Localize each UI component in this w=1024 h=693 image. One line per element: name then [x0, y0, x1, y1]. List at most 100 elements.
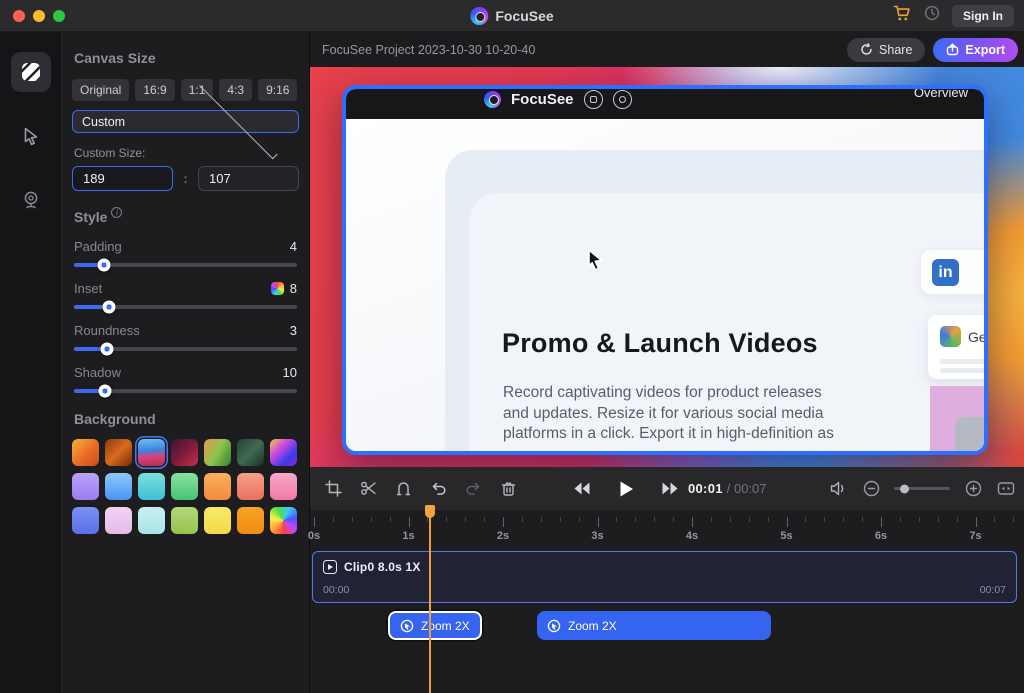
- background-swatch-pink[interactable]: [270, 473, 297, 500]
- edit-toolbar: 00:01 / 00:07: [310, 467, 1024, 510]
- canvas-tool-button[interactable]: [10, 52, 51, 92]
- background-swatch-orange-flower[interactable]: [72, 439, 99, 466]
- cursor-tool-button[interactable]: [11, 116, 51, 156]
- ratio-button-9-16[interactable]: 9:16: [258, 79, 298, 101]
- ruler-minor-tick: [351, 517, 353, 522]
- canvas-preset-dropdown[interactable]: Custom: [72, 80, 299, 160]
- ratio-button-row: Original 16:9 1:1 4:3 9:16: [72, 79, 299, 101]
- close-window-button[interactable]: [13, 9, 25, 22]
- webcam-tool-button[interactable]: [11, 180, 51, 220]
- background-swatch-dark-wave[interactable]: [171, 439, 198, 466]
- delete-button[interactable]: [498, 479, 518, 499]
- background-swatch-grid: [72, 439, 299, 534]
- promo-heading: Promo & Launch Videos: [502, 328, 818, 358]
- slider-track[interactable]: [74, 300, 297, 314]
- playhead-handle[interactable]: [425, 505, 435, 518]
- zoom-window-button[interactable]: [53, 9, 65, 22]
- ratio-button-4-3[interactable]: 4:3: [219, 79, 253, 101]
- volume-button[interactable]: [828, 479, 848, 499]
- background-swatch-dark-green[interactable]: [237, 439, 264, 466]
- background-title: Background: [74, 411, 156, 427]
- redo-button[interactable]: [463, 479, 483, 499]
- time-display: 00:01 / 00:07: [688, 467, 767, 510]
- size-separator: :: [183, 171, 188, 186]
- timeline-zoom-thumb[interactable]: [900, 484, 909, 493]
- slider-track[interactable]: [74, 384, 297, 398]
- playhead-line[interactable]: [429, 506, 431, 693]
- background-swatch-light-cyan[interactable]: [138, 507, 165, 534]
- ruler-minor-tick: [805, 517, 807, 522]
- promo-body-line: platforms in a click. Export it in high-…: [503, 425, 834, 442]
- recorded-window-body: Promo & Launch Videos Record captivating…: [346, 119, 984, 451]
- sign-in-button[interactable]: Sign In: [952, 4, 1014, 27]
- placeholder-line: [940, 368, 984, 373]
- review-card-logo-icon: [940, 326, 961, 347]
- share-button[interactable]: Share: [847, 37, 926, 62]
- background-swatch-orange[interactable]: [204, 473, 231, 500]
- timeline-ruler[interactable]: 0s 1s 2s 3s 4s 5s 6s 7s: [308, 517, 1024, 549]
- slider-thumb[interactable]: [98, 384, 112, 398]
- crop-button[interactable]: [323, 479, 343, 499]
- fit-timeline-button[interactable]: [996, 479, 1016, 499]
- background-swatch-dark-flower[interactable]: [105, 439, 132, 466]
- ratio-button-16-9[interactable]: 16:9: [135, 79, 175, 101]
- undo-button[interactable]: [428, 479, 448, 499]
- cart-icon[interactable]: [893, 5, 912, 27]
- ruler-minor-tick: [521, 517, 523, 522]
- ruler-minor-tick: [918, 517, 920, 522]
- background-swatch-royal-blue[interactable]: [72, 507, 99, 534]
- slider-track[interactable]: [74, 258, 297, 272]
- zoom-in-button[interactable]: [963, 479, 983, 499]
- timeline[interactable]: 0s 1s 2s 3s 4s 5s 6s 7s Clip0 8.0s 1X 00:00 00:…: [308, 510, 1024, 693]
- zoom-out-button[interactable]: [861, 479, 881, 499]
- recorded-window-header: FocuSee Overview: [346, 89, 984, 119]
- review-card: Ge: [928, 315, 984, 379]
- background-swatch-yellow[interactable]: [204, 507, 231, 534]
- slider-track[interactable]: [74, 342, 297, 356]
- ruler-minor-tick: [465, 517, 467, 522]
- background-swatch-green[interactable]: [171, 473, 198, 500]
- clip-label: Clip0 8.0s 1X: [344, 560, 421, 574]
- rewind-button[interactable]: [572, 479, 592, 499]
- clip-block[interactable]: Clip0 8.0s 1X 00:00 00:07: [312, 551, 1017, 603]
- color-wheel-icon[interactable]: [270, 282, 284, 295]
- background-swatch-abstract[interactable]: [270, 439, 297, 466]
- slider-thumb[interactable]: [97, 258, 111, 272]
- canvas-height-input[interactable]: [198, 166, 299, 191]
- style-sliders: Padding 4 Inset 8 Roundness 3 Shadow 10: [62, 239, 309, 398]
- clock-icon[interactable]: [924, 5, 940, 26]
- background-swatch-light-pink[interactable]: [105, 507, 132, 534]
- slider-thumb[interactable]: [102, 300, 116, 314]
- canvas-width-input[interactable]: [72, 166, 173, 191]
- cut-button[interactable]: [358, 479, 378, 499]
- ruler-minor-tick: [446, 517, 448, 522]
- background-swatch-purple[interactable]: [72, 473, 99, 500]
- background-swatch-blue[interactable]: [105, 473, 132, 500]
- ruler-minor-tick: [578, 517, 580, 522]
- preview-canvas[interactable]: FocuSee Overview Promo & Launch Videos R…: [310, 67, 1024, 467]
- background-swatch-rainbow[interactable]: [270, 507, 297, 534]
- background-swatch-teal[interactable]: [138, 473, 165, 500]
- ruler-label: 2s: [496, 530, 510, 542]
- ruler-major-tick: [597, 517, 599, 527]
- recorded-window-title: FocuSee: [511, 90, 574, 108]
- info-icon[interactable]: i: [111, 207, 123, 218]
- minimize-window-button[interactable]: [33, 9, 45, 22]
- slider-thumb[interactable]: [100, 342, 114, 356]
- fast-forward-button[interactable]: [660, 479, 680, 499]
- zoom-effect-block-1[interactable]: Zoom 2X: [388, 611, 482, 640]
- background-swatch-salmon[interactable]: [237, 473, 264, 500]
- timeline-zoom-slider[interactable]: [894, 484, 950, 493]
- ruler-minor-tick: [484, 517, 486, 522]
- magnet-button[interactable]: [393, 479, 413, 499]
- background-swatch-big-sur[interactable]: [138, 439, 165, 466]
- zoom-effect-block-2[interactable]: Zoom 2X: [537, 611, 771, 640]
- background-swatch-light-green[interactable]: [171, 507, 198, 534]
- background-swatch-green-orange[interactable]: [204, 439, 231, 466]
- background-swatch-deep-orange[interactable]: [237, 507, 264, 534]
- current-time: 00:01: [688, 481, 723, 496]
- export-button[interactable]: Export: [933, 37, 1018, 62]
- ratio-button-original[interactable]: Original: [72, 79, 130, 101]
- ruler-minor-tick: [654, 517, 656, 522]
- play-button[interactable]: [616, 479, 636, 499]
